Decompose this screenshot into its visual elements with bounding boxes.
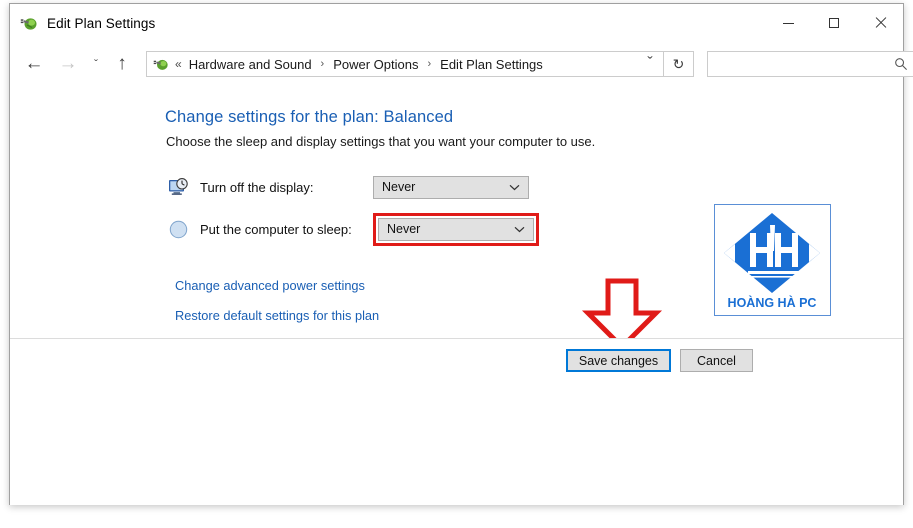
content-area: Change settings for the plan: Balanced C…: [10, 86, 903, 338]
recent-locations-button[interactable]: ˇ: [87, 51, 105, 77]
link-change-advanced-power-settings[interactable]: Change advanced power settings: [175, 278, 365, 293]
close-icon: [874, 17, 886, 29]
window-controls: [765, 4, 903, 42]
breadcrumb-edit-plan-settings[interactable]: Edit Plan Settings: [438, 57, 545, 72]
highlight-box-sleep-combo: Never: [373, 212, 539, 246]
setting-label-put-computer-to-sleep: Put the computer to sleep:: [200, 221, 352, 237]
refresh-icon: ↻: [672, 55, 685, 72]
maximize-icon: [829, 18, 839, 28]
breadcrumb-hardware-and-sound[interactable]: Hardware and Sound: [187, 57, 314, 72]
combo-turn-off-display[interactable]: Never: [373, 175, 529, 199]
breadcrumb-separator-icon: ›: [320, 58, 325, 70]
refresh-button[interactable]: ↻: [664, 51, 694, 77]
address-bar[interactable]: « Hardware and Sound › Power Options › E…: [146, 51, 664, 77]
search-input[interactable]: [715, 56, 891, 72]
breadcrumb-separator-icon: ›: [427, 58, 432, 70]
link-restore-default-settings[interactable]: Restore default settings for this plan: [175, 308, 379, 323]
forward-button[interactable]: →: [55, 51, 81, 77]
monitor-clock-icon: [168, 177, 189, 198]
up-button[interactable]: ↑: [109, 51, 135, 77]
svg-text:HOÀNG HÀ PC: HOÀNG HÀ PC: [728, 295, 817, 310]
breadcrumb-power-options[interactable]: Power Options: [331, 57, 420, 72]
minimize-icon: [782, 22, 794, 24]
hoang-ha-pc-logo: HOÀNG HÀ PC: [714, 204, 831, 316]
window-title: Edit Plan Settings: [47, 15, 156, 31]
edit-plan-settings-window: Edit Plan Settings ← → ˇ ↑ « Hardware an…: [9, 3, 913, 505]
search-icon: [894, 57, 908, 71]
maximize-button[interactable]: [811, 4, 857, 42]
sleep-moon-icon: [168, 219, 189, 240]
search-box[interactable]: [707, 51, 913, 77]
page-subtitle: Choose the sleep and display settings th…: [166, 134, 596, 149]
power-plug-icon: [20, 14, 38, 32]
back-button[interactable]: ←: [21, 51, 47, 77]
power-plug-icon: [153, 56, 169, 72]
chevron-down-icon: [509, 181, 520, 195]
close-button[interactable]: [857, 4, 903, 42]
combo-value-turn-off-display: Never: [382, 180, 416, 194]
title-bar: Edit Plan Settings: [10, 4, 903, 42]
combo-value-put-computer-to-sleep: Never: [387, 222, 421, 236]
cancel-button[interactable]: Cancel: [680, 349, 753, 372]
page-title: Change settings for the plan: Balanced: [165, 108, 454, 126]
chevron-down-icon[interactable]: ˇ: [637, 52, 663, 76]
save-changes-button[interactable]: Save changes: [566, 349, 671, 372]
setting-row-turn-off-display: Turn off the display: Never: [168, 175, 529, 199]
minimize-button[interactable]: [765, 4, 811, 42]
combo-put-computer-to-sleep[interactable]: Never: [378, 217, 534, 241]
setting-label-turn-off-display: Turn off the display:: [200, 179, 314, 195]
setting-row-put-computer-to-sleep: Put the computer to sleep: Never: [168, 212, 539, 246]
breadcrumb-overflow-icon[interactable]: «: [175, 57, 182, 71]
footer-bar: Save changes Cancel: [10, 339, 903, 505]
chevron-down-icon: [514, 223, 525, 237]
navigation-bar: ← → ˇ ↑ « Hardware and Sound › Power Opt…: [10, 42, 913, 86]
